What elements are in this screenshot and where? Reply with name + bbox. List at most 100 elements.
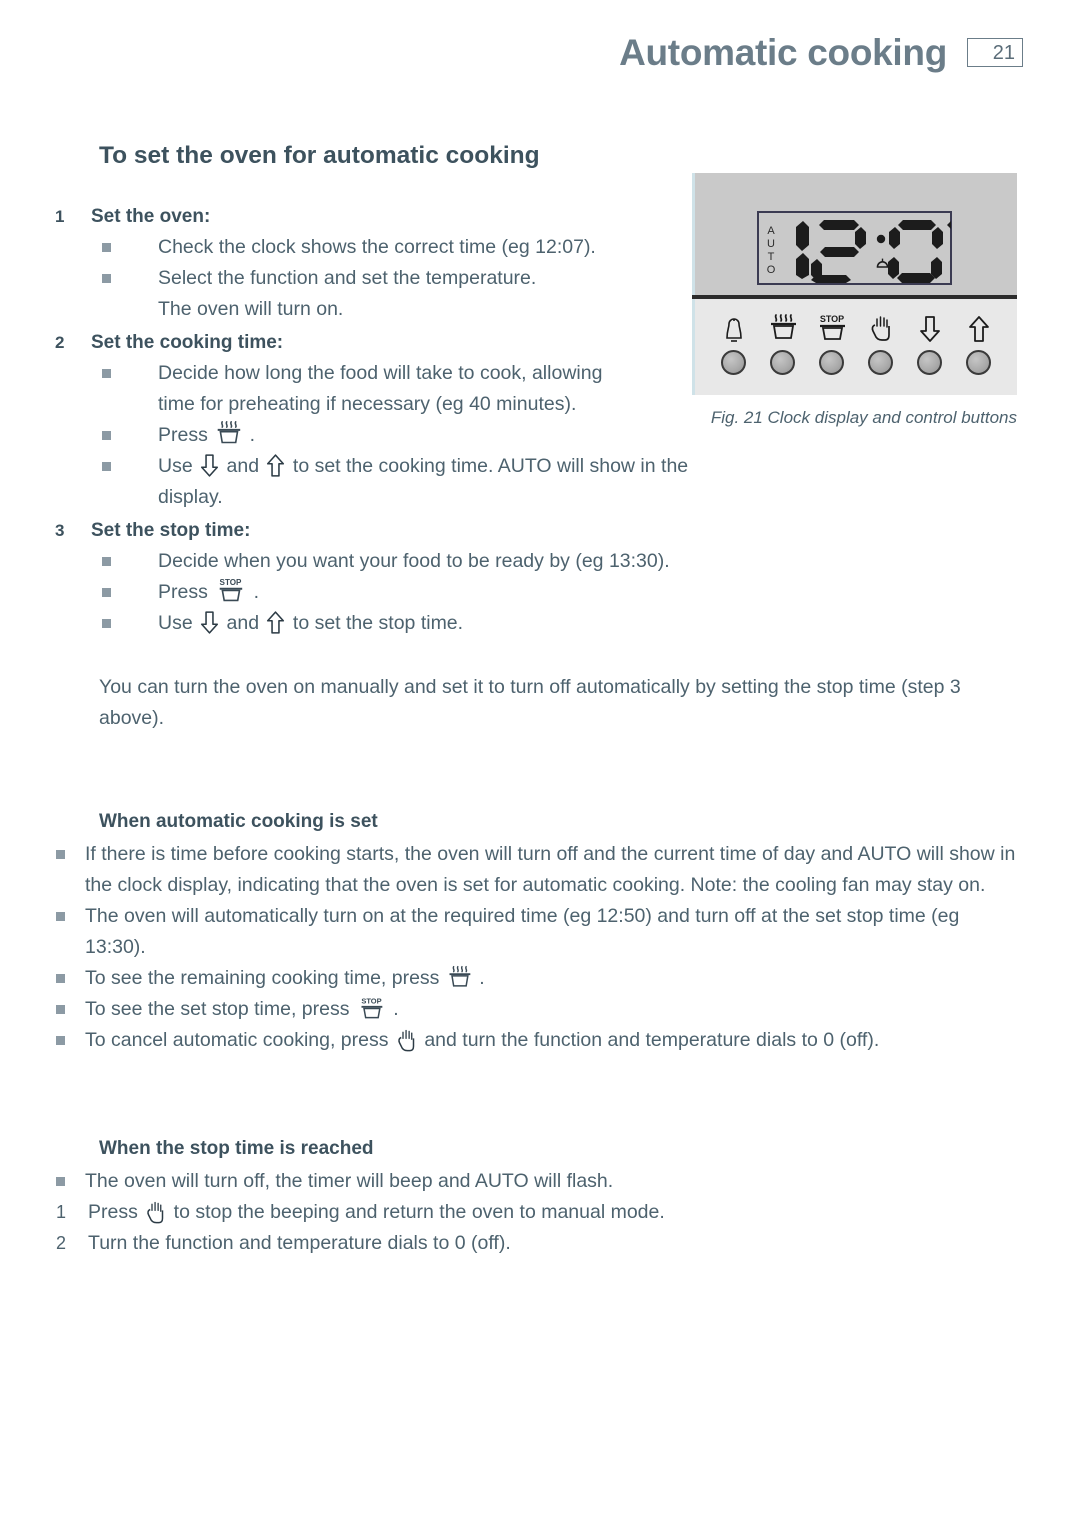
arrow-up-icon: [266, 453, 285, 478]
svg-text:STOP: STOP: [361, 996, 381, 1005]
list-item-continuation: The oven will turn on.: [99, 294, 689, 325]
arrow-down-icon: [200, 610, 219, 635]
list-item: The oven will automatically turn on at t…: [56, 901, 1019, 963]
hand-icon: [396, 1028, 417, 1054]
when-reached-heading: When the stop time is reached: [99, 1137, 374, 1159]
step-title: Set the oven:: [91, 205, 211, 227]
list-item-text-group: Press STOP .: [158, 577, 689, 608]
list-item-continuation: time for preheating if necessary (eg 40 …: [99, 389, 689, 420]
bullet-square: [56, 849, 65, 859]
list-item-text: The oven will automatically turn on at t…: [85, 904, 960, 958]
manual-mode-paragraph: You can turn the oven on manually and se…: [99, 675, 961, 729]
page-header: Automatic cooking 21: [0, 34, 1080, 71]
pot-stop-icon: STOP: [215, 577, 246, 604]
list-item-text: Use: [158, 611, 199, 634]
step-2: 2 Set the cooking time: Decide how long …: [55, 327, 689, 513]
list-item-text-group: To cancel automatic cooking, press and t…: [85, 1025, 1019, 1056]
list-item-text: Check the clock shows the correct time (…: [158, 235, 596, 258]
list-item-text: and: [221, 454, 265, 477]
step-heading: 3 Set the stop time:: [55, 515, 689, 546]
step-number: 3: [55, 520, 65, 540]
step-number: 1: [55, 206, 65, 226]
list-item-text: to set the stop time.: [287, 611, 464, 634]
list-item: Decide how long the food will take to co…: [99, 358, 689, 389]
list-item-text-group: To see the set stop time, press STOP .: [85, 994, 1019, 1025]
list-item: Decide when you want your food to be rea…: [99, 546, 689, 577]
page-title: Automatic cooking: [619, 32, 947, 73]
list-item: Use and to set the stop time.: [99, 608, 689, 639]
list-item-text: Press: [158, 423, 214, 446]
bullet-square: [102, 556, 111, 566]
list-item-text: Decide how long the food will take to co…: [158, 361, 603, 384]
bullet-square: [102, 430, 111, 440]
list-item-text: .: [387, 997, 399, 1020]
main-content: To set the oven for automatic cooking 1 …: [55, 142, 1019, 1259]
svg-text:STOP: STOP: [220, 578, 242, 587]
list-item-text-group: Press to stop the beeping and return the…: [88, 1197, 1019, 1228]
list-item-text: Use: [158, 454, 199, 477]
bullet-square: [102, 242, 111, 252]
list-item: Press .: [99, 420, 689, 451]
pot-steam-icon: [215, 420, 242, 447]
step-3: 3 Set the stop time: Decide when you wan…: [55, 515, 689, 639]
step-2-items: Decide how long the food will take to co…: [99, 358, 689, 513]
step-title: Set the stop time:: [91, 519, 251, 541]
list-item-text: and: [221, 611, 265, 634]
hand-icon: [145, 1200, 166, 1226]
list-item-text: The oven will turn off, the timer will b…: [85, 1169, 614, 1192]
when-set-heading: When automatic cooking is set: [99, 810, 378, 832]
list-item-text: .: [473, 966, 485, 989]
steps-column: 1 Set the oven: Check the clock shows th…: [55, 201, 689, 639]
list-item: To cancel automatic cooking, press and t…: [56, 1025, 1019, 1056]
list-item-text: .: [244, 423, 256, 446]
bullet-square: [56, 1004, 65, 1014]
list-item-text-group: Use and to set the cooking time. AUTO wi…: [158, 451, 689, 513]
bullet-square: [102, 618, 111, 628]
list-item: To see the remaining cooking time, press…: [56, 963, 1019, 994]
list-item-text-group: Press .: [158, 420, 689, 451]
when-set-list: If there is time before cooking starts, …: [56, 839, 1019, 1056]
pot-steam-icon: [447, 965, 472, 990]
step-1-items: Check the clock shows the correct time (…: [99, 232, 689, 325]
list-item-text: To cancel automatic cooking, press: [85, 1028, 394, 1051]
list-item-text: to stop the beeping and return the oven …: [168, 1200, 665, 1223]
step-3-items: Decide when you want your food to be rea…: [99, 546, 689, 639]
bullet-square: [102, 273, 111, 283]
step-title: Set the cooking time:: [91, 331, 284, 353]
list-item-text-group: Use and to set the stop time.: [158, 608, 689, 639]
page-number-box: 21: [967, 38, 1023, 67]
list-item: 1 Press to stop the beeping and return t…: [56, 1197, 1019, 1228]
list-item: Press STOP .: [99, 577, 689, 608]
list-item-text-group: To see the remaining cooking time, press…: [85, 963, 1019, 994]
list-item-number: 1: [56, 1201, 67, 1222]
step-number: 2: [55, 332, 65, 352]
list-item-text: and turn the function and temperature di…: [418, 1028, 880, 1051]
page-number: 21: [992, 41, 1015, 64]
list-item-text: Turn the function and temperature dials …: [88, 1231, 511, 1254]
bullet-square: [56, 1176, 65, 1186]
list-item: Check the clock shows the correct time (…: [99, 232, 689, 263]
list-item-text: The oven will turn on.: [158, 297, 344, 320]
section-title: To set the oven for automatic cooking: [99, 142, 540, 169]
step-heading: 2 Set the cooking time:: [55, 327, 689, 358]
bullet-square: [56, 1035, 65, 1045]
list-item-text: To see the set stop time, press: [85, 997, 355, 1020]
bullet-square: [102, 461, 111, 471]
list-item-text: Decide when you want your food to be rea…: [158, 549, 670, 572]
pot-stop-icon: STOP: [357, 996, 386, 1021]
bullet-square: [56, 973, 65, 983]
list-item: To see the set stop time, press STOP .: [56, 994, 1019, 1025]
arrow-up-icon: [266, 610, 285, 635]
list-item: 2 Turn the function and temperature dial…: [56, 1228, 1019, 1259]
list-item-text: Press: [158, 580, 214, 603]
list-item: If there is time before cooking starts, …: [56, 839, 1019, 901]
list-item: The oven will turn off, the timer will b…: [56, 1166, 1019, 1197]
list-item-text: Select the function and set the temperat…: [158, 266, 537, 289]
list-item: Select the function and set the temperat…: [99, 263, 689, 294]
step-1: 1 Set the oven: Check the clock shows th…: [55, 201, 689, 325]
list-item: Use and to set the cooking time. AUTO wi…: [99, 451, 689, 513]
bullet-square: [102, 587, 111, 597]
list-item-text: .: [248, 580, 260, 603]
list-item-text: If there is time before cooking starts, …: [85, 842, 1016, 896]
bullet-square: [102, 368, 111, 378]
